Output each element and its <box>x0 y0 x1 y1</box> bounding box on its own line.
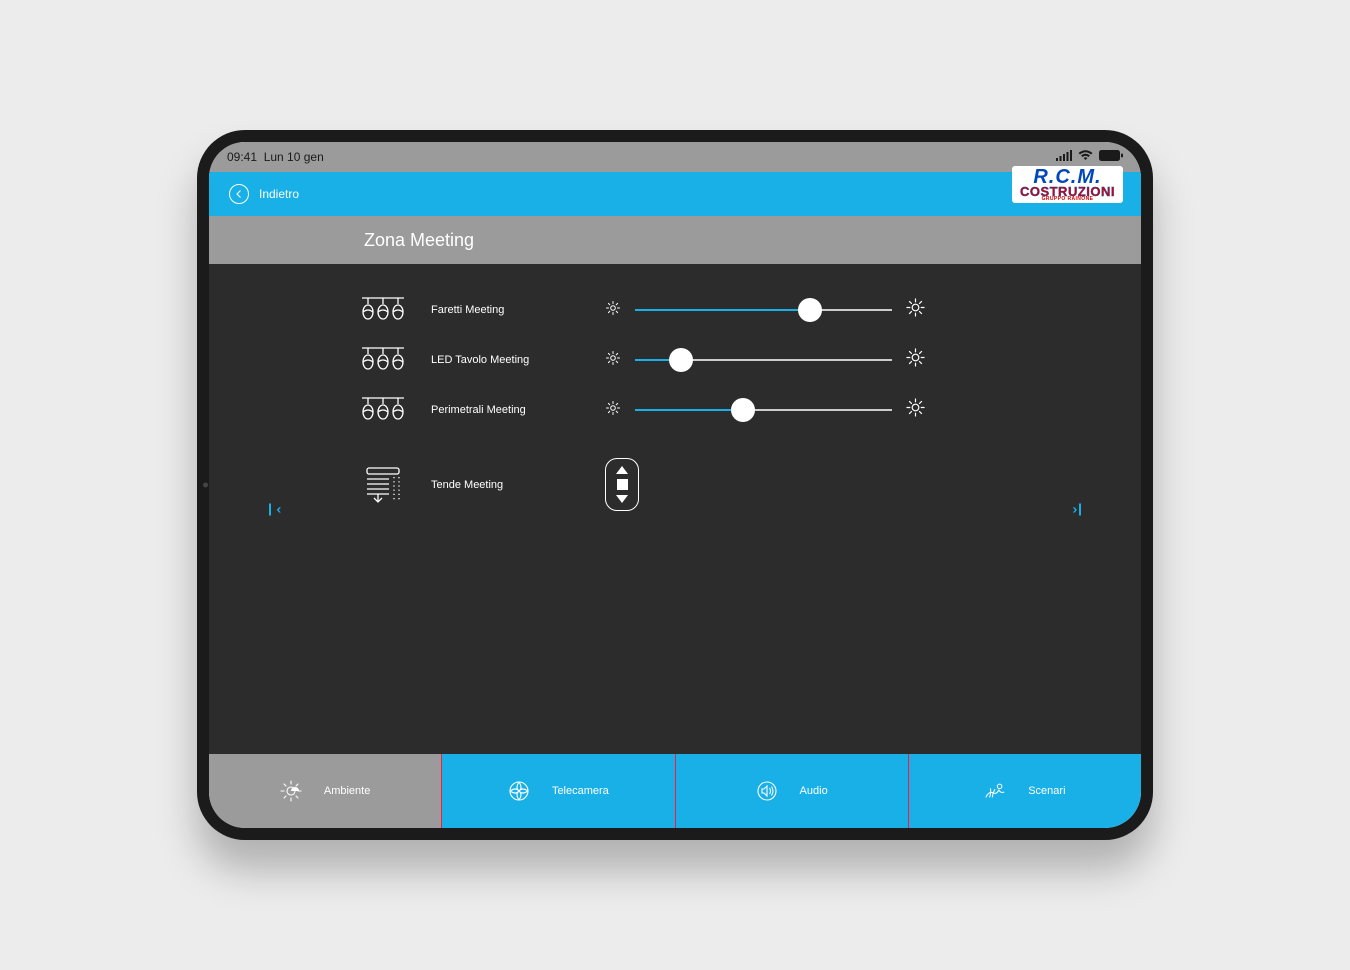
tab-audio[interactable]: Audio <box>675 754 908 828</box>
screen: 09:41 Lun 10 gen Indietro <box>209 142 1141 828</box>
control-label: Tende Meeting <box>431 479 581 491</box>
sun-high-icon <box>906 398 925 422</box>
battery-icon <box>1099 150 1123 164</box>
spotlights-icon <box>359 394 407 426</box>
blinds-down-button[interactable] <box>616 495 628 503</box>
tab-scenari[interactable]: Scenari <box>908 754 1141 828</box>
app-header: Indietro R.C.M. COSTRUZIONI GRUPPO RAINO… <box>209 172 1141 216</box>
back-icon <box>229 184 249 204</box>
control-row-led-tavolo: LED Tavolo Meeting <box>209 344 1141 376</box>
status-bar: 09:41 Lun 10 gen <box>209 142 1141 172</box>
control-row-tende: Tende Meeting <box>209 458 1141 511</box>
slider-wrap <box>605 296 925 324</box>
tick-icon <box>1079 503 1081 515</box>
page-prev-button[interactable]: ‹‹ <box>269 502 277 517</box>
back-label: Indietro <box>259 187 299 201</box>
tab-label: Ambiente <box>324 785 370 797</box>
control-label: Faretti Meeting <box>431 304 581 316</box>
sun-low-icon <box>605 350 621 371</box>
bottom-tabs: Ambiente Telecamera Audio Scenari <box>209 754 1141 828</box>
wifi-icon <box>1078 150 1093 164</box>
main-content: ‹‹ ›› Faretti Meeting <box>209 264 1141 754</box>
sun-low-icon <box>605 300 621 321</box>
brightness-icon <box>280 780 302 802</box>
page-next-button[interactable]: ›› <box>1073 502 1081 517</box>
sun-high-icon <box>906 298 925 322</box>
cellular-icon <box>1056 150 1072 164</box>
blinds-control <box>605 458 639 511</box>
brand-logo: R.C.M. COSTRUZIONI GRUPPO RAINONE <box>1012 166 1123 222</box>
sun-high-icon <box>906 348 925 372</box>
brightness-slider[interactable] <box>635 296 892 324</box>
tab-label: Audio <box>800 785 828 797</box>
tablet-camera <box>203 483 208 488</box>
control-row-perimetrali: Perimetrali Meeting <box>209 394 1141 426</box>
back-button[interactable]: Indietro <box>229 184 299 204</box>
brightness-slider[interactable] <box>635 346 892 374</box>
status-left: 09:41 Lun 10 gen <box>227 150 324 164</box>
tick-icon <box>269 503 271 515</box>
speaker-icon <box>756 780 778 802</box>
slider-wrap <box>605 396 925 424</box>
status-right <box>1056 150 1123 164</box>
tab-telecamera[interactable]: Telecamera <box>441 754 674 828</box>
spotlights-icon <box>359 294 407 326</box>
scene-icon <box>984 780 1006 802</box>
tab-label: Scenari <box>1028 785 1065 797</box>
status-date: Lun 10 gen <box>264 150 324 164</box>
tablet-frame: 09:41 Lun 10 gen Indietro <box>197 130 1153 840</box>
control-label: Perimetrali Meeting <box>431 404 581 416</box>
control-row-faretti: Faretti Meeting <box>209 294 1141 326</box>
page-title-bar: Zona Meeting <box>209 216 1141 264</box>
blinds-stop-button[interactable] <box>617 479 628 490</box>
spotlights-icon <box>359 344 407 376</box>
blinds-up-button[interactable] <box>616 466 628 474</box>
camera-aperture-icon <box>508 780 530 802</box>
tab-ambiente[interactable]: Ambiente <box>209 754 441 828</box>
slider-wrap <box>605 346 925 374</box>
tab-label: Telecamera <box>552 785 609 797</box>
brightness-slider[interactable] <box>635 396 892 424</box>
control-label: LED Tavolo Meeting <box>431 354 581 366</box>
sun-low-icon <box>605 400 621 421</box>
status-time: 09:41 <box>227 150 257 164</box>
page-title: Zona Meeting <box>364 230 474 251</box>
blinds-icon <box>359 465 407 505</box>
